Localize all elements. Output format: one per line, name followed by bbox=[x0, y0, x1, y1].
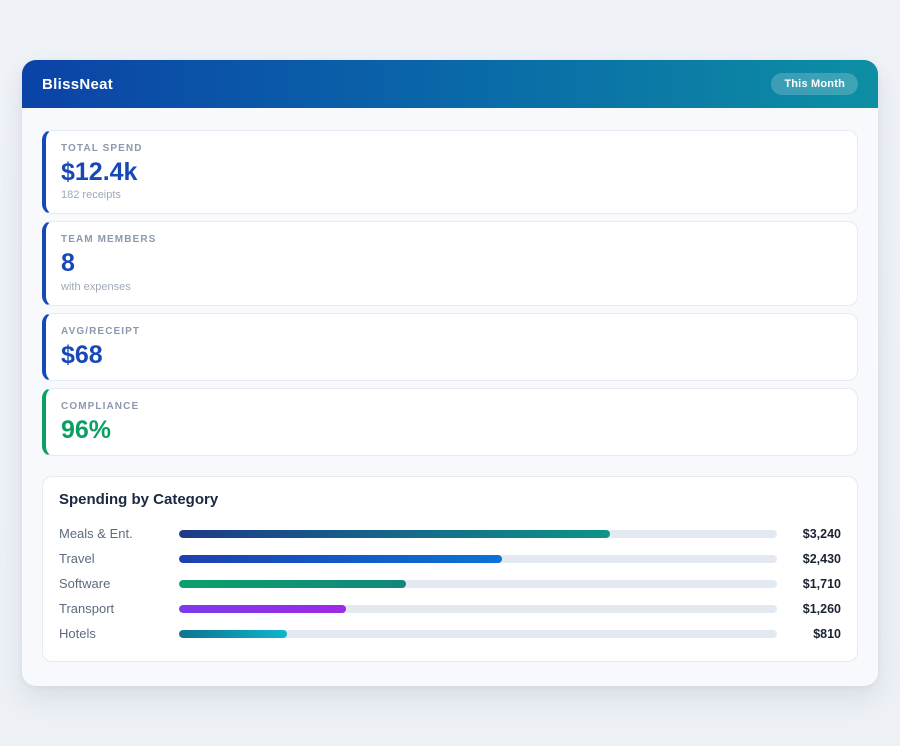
bar-category-label: Transport bbox=[59, 601, 179, 616]
bar-value-label: $1,710 bbox=[777, 577, 841, 591]
bar-row: Hotels $810 bbox=[59, 621, 841, 646]
stat-card: AVG/RECEIPT $68 bbox=[42, 313, 858, 381]
bar-track bbox=[179, 630, 777, 638]
stat-card: TEAM MEMBERS 8 with expenses bbox=[42, 221, 858, 305]
stat-value: 8 bbox=[61, 250, 841, 276]
app-header: BlissNeat This Month bbox=[22, 60, 878, 108]
bar-value-label: $1,260 bbox=[777, 602, 841, 616]
bar-fill bbox=[179, 580, 406, 588]
stat-subtext: 182 receipts bbox=[61, 189, 841, 201]
spending-by-category-card: Spending by Category Meals & Ent. $3,240… bbox=[42, 476, 858, 662]
stat-value: $12.4k bbox=[61, 159, 841, 185]
dashboard-content: TOTAL SPEND $12.4k 182 receipts TEAM MEM… bbox=[22, 108, 878, 662]
stat-card: COMPLIANCE 96% bbox=[42, 388, 858, 456]
bar-category-label: Meals & Ent. bbox=[59, 526, 179, 541]
app-title: BlissNeat bbox=[42, 76, 113, 93]
stat-label: COMPLIANCE bbox=[61, 401, 841, 412]
bar-fill bbox=[179, 605, 346, 613]
stat-subtext: with expenses bbox=[61, 281, 841, 293]
stat-label: TOTAL SPEND bbox=[61, 143, 841, 154]
bar-track bbox=[179, 530, 777, 538]
bar-value-label: $2,430 bbox=[777, 552, 841, 566]
bar-fill bbox=[179, 555, 502, 563]
bar-category-label: Software bbox=[59, 576, 179, 591]
bar-track bbox=[179, 555, 777, 563]
bar-fill bbox=[179, 530, 610, 538]
bar-category-label: Hotels bbox=[59, 626, 179, 641]
bar-chart: Meals & Ent. $3,240 Travel $2,430 Softwa… bbox=[59, 521, 841, 646]
stat-label: AVG/RECEIPT bbox=[61, 326, 841, 337]
stat-value: $68 bbox=[61, 342, 841, 368]
bar-track bbox=[179, 580, 777, 588]
period-filter-badge[interactable]: This Month bbox=[771, 73, 858, 95]
bar-row: Travel $2,430 bbox=[59, 546, 841, 571]
bar-row: Transport $1,260 bbox=[59, 596, 841, 621]
dashboard-panel: BlissNeat This Month TOTAL SPEND $12.4k … bbox=[22, 60, 878, 686]
stat-value: 96% bbox=[61, 417, 841, 443]
bar-category-label: Travel bbox=[59, 551, 179, 566]
stats-list: TOTAL SPEND $12.4k 182 receipts TEAM MEM… bbox=[42, 130, 858, 456]
bar-fill bbox=[179, 630, 287, 638]
bar-value-label: $3,240 bbox=[777, 527, 841, 541]
stat-label: TEAM MEMBERS bbox=[61, 234, 841, 245]
bar-track bbox=[179, 605, 777, 613]
bar-value-label: $810 bbox=[777, 627, 841, 641]
chart-title: Spending by Category bbox=[59, 491, 841, 508]
bar-row: Software $1,710 bbox=[59, 571, 841, 596]
bar-row: Meals & Ent. $3,240 bbox=[59, 521, 841, 546]
stat-card: TOTAL SPEND $12.4k 182 receipts bbox=[42, 130, 858, 214]
